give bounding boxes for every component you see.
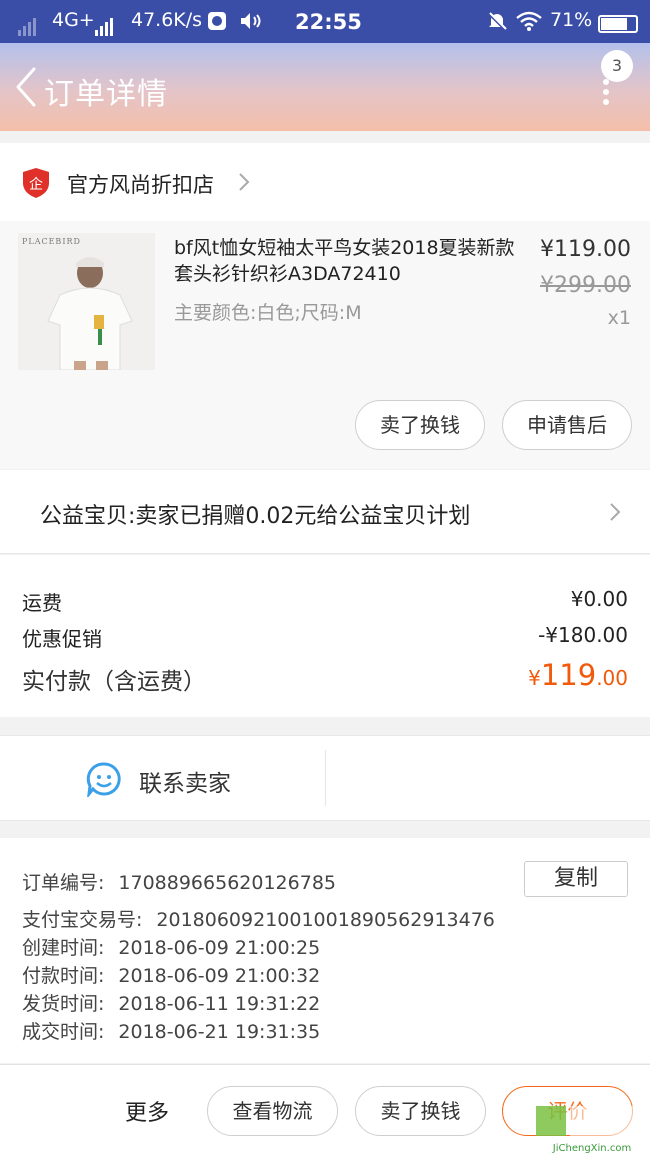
shipping-value: ¥0.00 — [570, 587, 628, 611]
app-notification-icon — [207, 11, 227, 36]
copy-button[interactable]: 复制 — [524, 861, 628, 897]
fee-summary: 运费 ¥0.00 优惠促销 -¥180.00 实付款（含运费） ¥119.00 — [0, 555, 650, 717]
chevron-right-icon — [239, 173, 250, 191]
shop-name[interactable]: 官方风尚折扣店 — [67, 169, 214, 199]
contact-seller-button[interactable]: 联系卖家 — [139, 764, 231, 798]
more-button[interactable]: 更多 — [125, 1095, 169, 1127]
shipped-time-row: 发货时间: 2018-06-11 19:31:22 — [22, 989, 320, 1016]
chevron-right-icon — [610, 503, 621, 521]
paid-time-row: 付款时间: 2018-06-09 21:00:32 — [22, 961, 320, 988]
product-spec: 主要颜色:白色;尺码:M — [174, 302, 362, 324]
page-title: 订单详情 — [44, 77, 168, 112]
back-arrow-icon[interactable] — [12, 65, 42, 109]
status-bar: 4G+ 47.6K/s 22:55 71% — [0, 0, 650, 43]
charity-row[interactable]: 公益宝贝:卖家已捐赠0.02元给公益宝贝计划 — [0, 470, 650, 554]
signal-strong-icon — [95, 14, 115, 36]
vibrate-icon — [238, 11, 262, 36]
total-currency: ¥ — [528, 666, 541, 690]
alarm-off-icon — [486, 11, 508, 38]
battery-percent: 71% — [550, 9, 593, 31]
more-menu-icon[interactable] — [594, 79, 618, 109]
divider — [325, 750, 326, 806]
product-title[interactable]: bf风t恤女短袖太平鸟女装2018夏装新款套头衫针织衫A3DA72410 — [174, 235, 519, 287]
completed-time-row: 成交时间: 2018-06-21 19:31:35 — [22, 1017, 320, 1044]
total-label: 实付款（含运费） — [22, 669, 206, 695]
created-time-value: 2018-06-09 21:00:25 — [118, 937, 321, 959]
network-type: 4G+ — [52, 9, 95, 31]
view-logistics-button[interactable]: 查看物流 — [207, 1086, 338, 1136]
charity-text: 公益宝贝:卖家已捐赠0.02元给公益宝贝计划 — [40, 504, 471, 529]
order-info: 订单编号: 170889665620126785 复制 支付宝交易号: 201806… — [0, 838, 650, 1063]
created-time-row: 创建时间: 2018-06-09 21:00:25 — [22, 933, 320, 960]
shipping-label: 运费 — [22, 591, 62, 615]
network-speed: 47.6K/s — [131, 9, 203, 31]
product-image[interactable]: PLACEBIRD — [18, 233, 155, 370]
contact-bar: 联系卖家 — [0, 735, 650, 821]
signal-weak-icon — [18, 14, 38, 36]
paid-time-value: 2018-06-09 21:00:32 — [118, 965, 321, 987]
product-image-brand: PLACEBIRD — [22, 237, 81, 246]
shop-shield-icon: 企 — [23, 168, 49, 198]
product-original-price: ¥299.00 — [540, 273, 631, 298]
product-quantity: x1 — [607, 307, 631, 329]
product-item: PLACEBIRD bf风t恤女短袖太平鸟女装2018夏装新款套头衫针织衫A3D… — [0, 221, 650, 469]
completed-time-value: 2018-06-21 19:31:35 — [118, 1021, 321, 1043]
battery-icon — [598, 12, 638, 34]
paid-time-label: 付款时间: — [22, 965, 105, 987]
contact-seller-icon[interactable] — [86, 761, 122, 797]
total-value: ¥119.00 — [528, 658, 628, 692]
wifi-icon — [516, 11, 542, 36]
alipay-trade-row: 支付宝交易号: 2018060921001001890562913476 — [22, 905, 495, 932]
order-number-label: 订单编号: — [22, 872, 105, 894]
alipay-trade-label: 支付宝交易号: — [22, 909, 143, 931]
resell-button[interactable]: 卖了换钱 — [355, 400, 485, 450]
completed-time-label: 成交时间: — [22, 1021, 105, 1043]
order-number-row: 订单编号: 170889665620126785 — [22, 868, 336, 895]
shipped-time-label: 发货时间: — [22, 993, 105, 1015]
svg-text:企: 企 — [29, 176, 43, 193]
discount-value: -¥180.00 — [538, 623, 628, 647]
total-integer: 119 — [540, 658, 597, 692]
watermark-logo: JiChengXin.com — [536, 1106, 646, 1154]
alipay-trade-value: 2018060921001001890562913476 — [156, 909, 495, 931]
total-decimal: .00 — [596, 666, 628, 690]
page-header: 订单详情 3 — [0, 43, 650, 131]
svg-text:JiChengXin.com: JiChengXin.com — [552, 1143, 631, 1154]
product-price: ¥119.00 — [540, 237, 631, 262]
shop-row[interactable]: 企 官方风尚折扣店 — [0, 143, 650, 221]
after-sale-button[interactable]: 申请售后 — [502, 400, 632, 450]
created-time-label: 创建时间: — [22, 937, 105, 959]
order-number-value: 170889665620126785 — [118, 872, 336, 894]
notification-badge[interactable]: 3 — [601, 50, 633, 82]
resell-bottom-button[interactable]: 卖了换钱 — [355, 1086, 486, 1136]
shipped-time-value: 2018-06-11 19:31:22 — [118, 993, 321, 1015]
clock: 22:55 — [295, 10, 362, 34]
discount-label: 优惠促销 — [22, 627, 102, 651]
